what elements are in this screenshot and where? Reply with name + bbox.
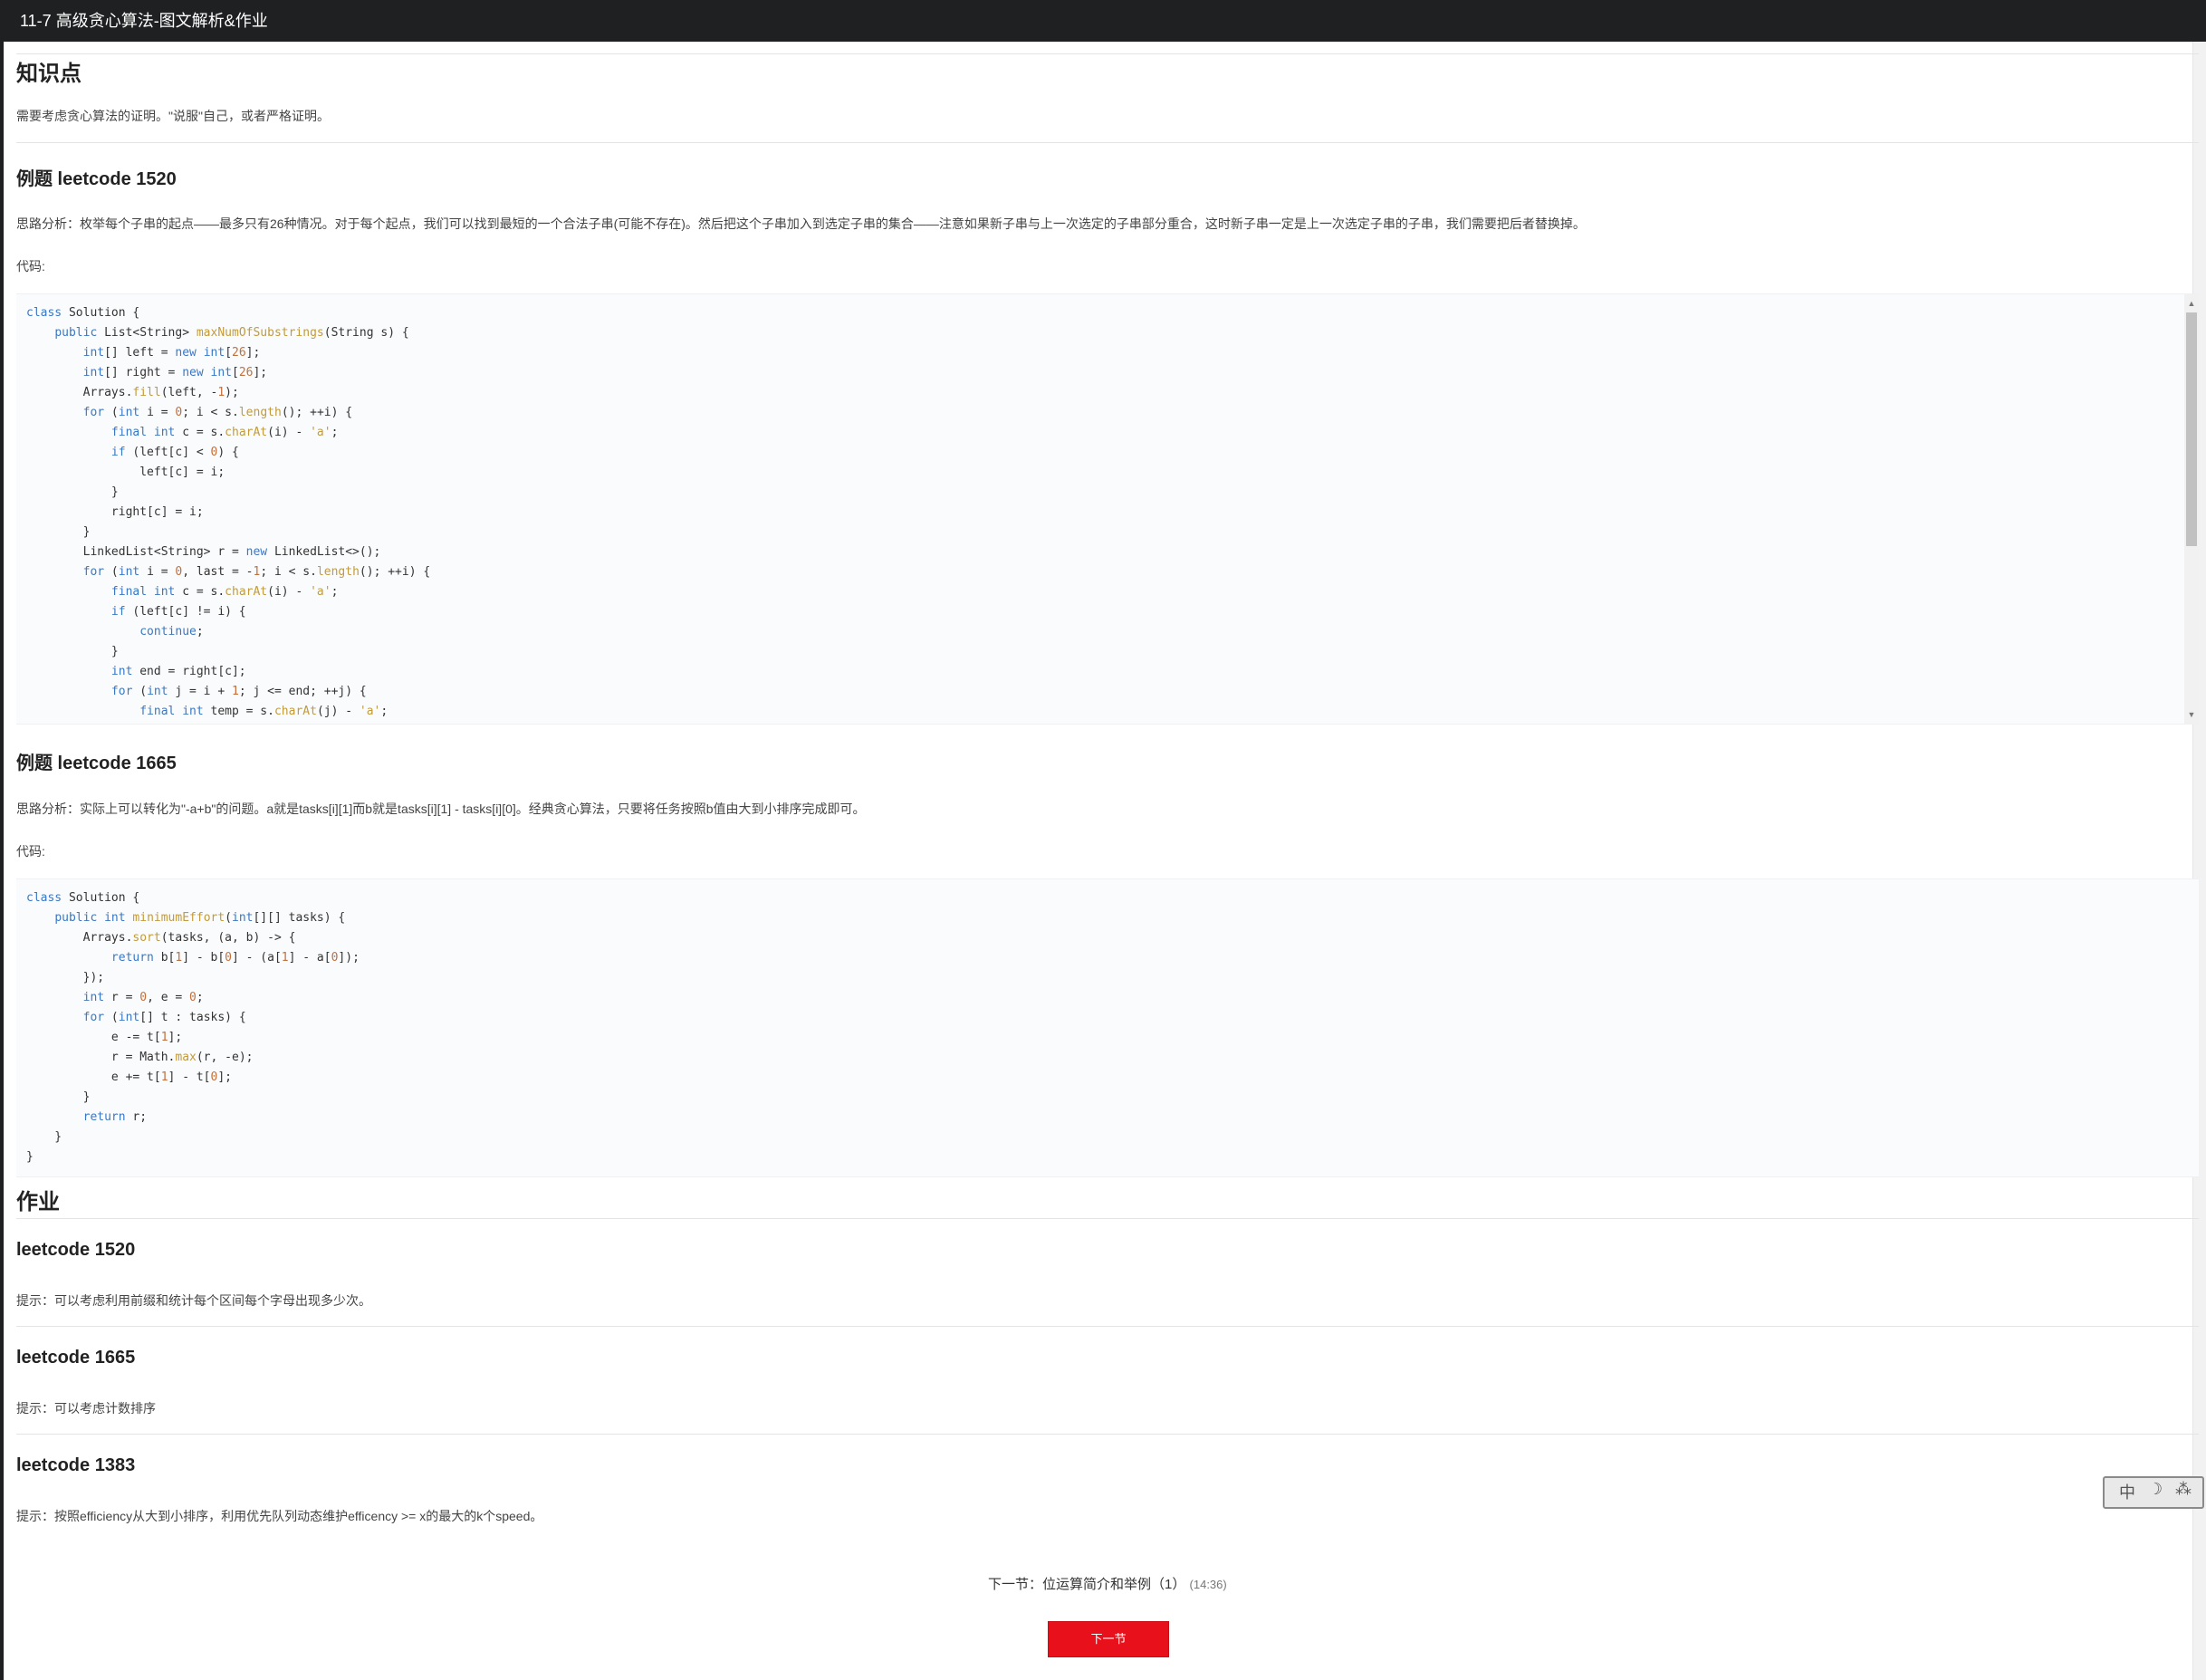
example1-analysis: 思路分析：枚举每个子串的起点——最多只有26种情况。对于每个起点，我们可以找到最… <box>16 216 1586 231</box>
example1-code-label: 代码: <box>16 259 45 274</box>
homework-heading: 作业 <box>16 1190 60 1214</box>
punctuation-icon[interactable]: ⁂ <box>2175 1480 2192 1499</box>
code-text: class Solution { public int minimumEffor… <box>26 891 360 1164</box>
ime-toolbar[interactable]: 中 ☽ ⁂ <box>2103 1471 2206 1511</box>
homework-item-hint: 提示：按照efficiency从大到小排序，利用优先队列动态维护efficenc… <box>16 1509 543 1523</box>
divider <box>16 1434 2199 1435</box>
example1-heading: 例题 leetcode 1520 <box>16 169 177 189</box>
scroll-thumb[interactable] <box>2186 312 2197 546</box>
divider <box>16 1218 2199 1219</box>
homework-item-title: leetcode 1665 <box>16 1348 136 1368</box>
page-title: 11-7 高级贪心算法-图文解析&作业 <box>20 12 268 30</box>
moon-icon[interactable]: ☽ <box>2148 1480 2163 1499</box>
knowledge-heading: 知识点 <box>16 62 82 86</box>
next-lesson-duration: (14:36) <box>1189 1578 1227 1591</box>
divider <box>16 1326 2199 1327</box>
homework-item-title: leetcode 1520 <box>16 1240 136 1260</box>
example2-heading: 例题 leetcode 1665 <box>16 754 177 773</box>
homework-item-hint: 提示：可以考虑利用前缀和统计每个区间每个字母出现多少次。 <box>16 1293 371 1308</box>
homework-item-title: leetcode 1383 <box>16 1455 136 1475</box>
knowledge-text: 需要考虑贪心算法的证明。"说服"自己，或者严格证明。 <box>16 109 330 123</box>
example1-code-block[interactable]: class Solution { public List<String> max… <box>16 293 2199 725</box>
code-scrollbar[interactable]: ▲ ▼ <box>2184 294 2199 724</box>
example2-analysis: 思路分析：实际上可以转化为"-a+b"的问题。a就是tasks[i][1]而b就… <box>16 802 866 816</box>
example2-code-label: 代码: <box>16 844 45 859</box>
divider <box>16 53 2199 54</box>
divider <box>16 142 2199 143</box>
next-lesson-button[interactable]: 下一节 <box>1048 1621 1169 1657</box>
scroll-up-icon[interactable]: ▲ <box>2184 296 2199 311</box>
example2-code-block[interactable]: class Solution { public int minimumEffor… <box>16 878 2199 1177</box>
next-lesson-title[interactable]: 下一节：位运算简介和举例（1） <box>988 1577 1185 1592</box>
code-text: class Solution { public List<String> max… <box>26 306 431 718</box>
homework-item-hint: 提示：可以考虑计数排序 <box>16 1401 156 1416</box>
next-lesson-info[interactable]: 下一节：位运算简介和举例（1） (14:36) <box>988 1574 1227 1593</box>
left-rail <box>0 42 4 1680</box>
ime-mode-icon[interactable]: 中 <box>2119 1480 2135 1503</box>
top-bar: 11-7 高级贪心算法-图文解析&作业 <box>0 0 2206 42</box>
scroll-down-icon[interactable]: ▼ <box>2184 707 2199 722</box>
